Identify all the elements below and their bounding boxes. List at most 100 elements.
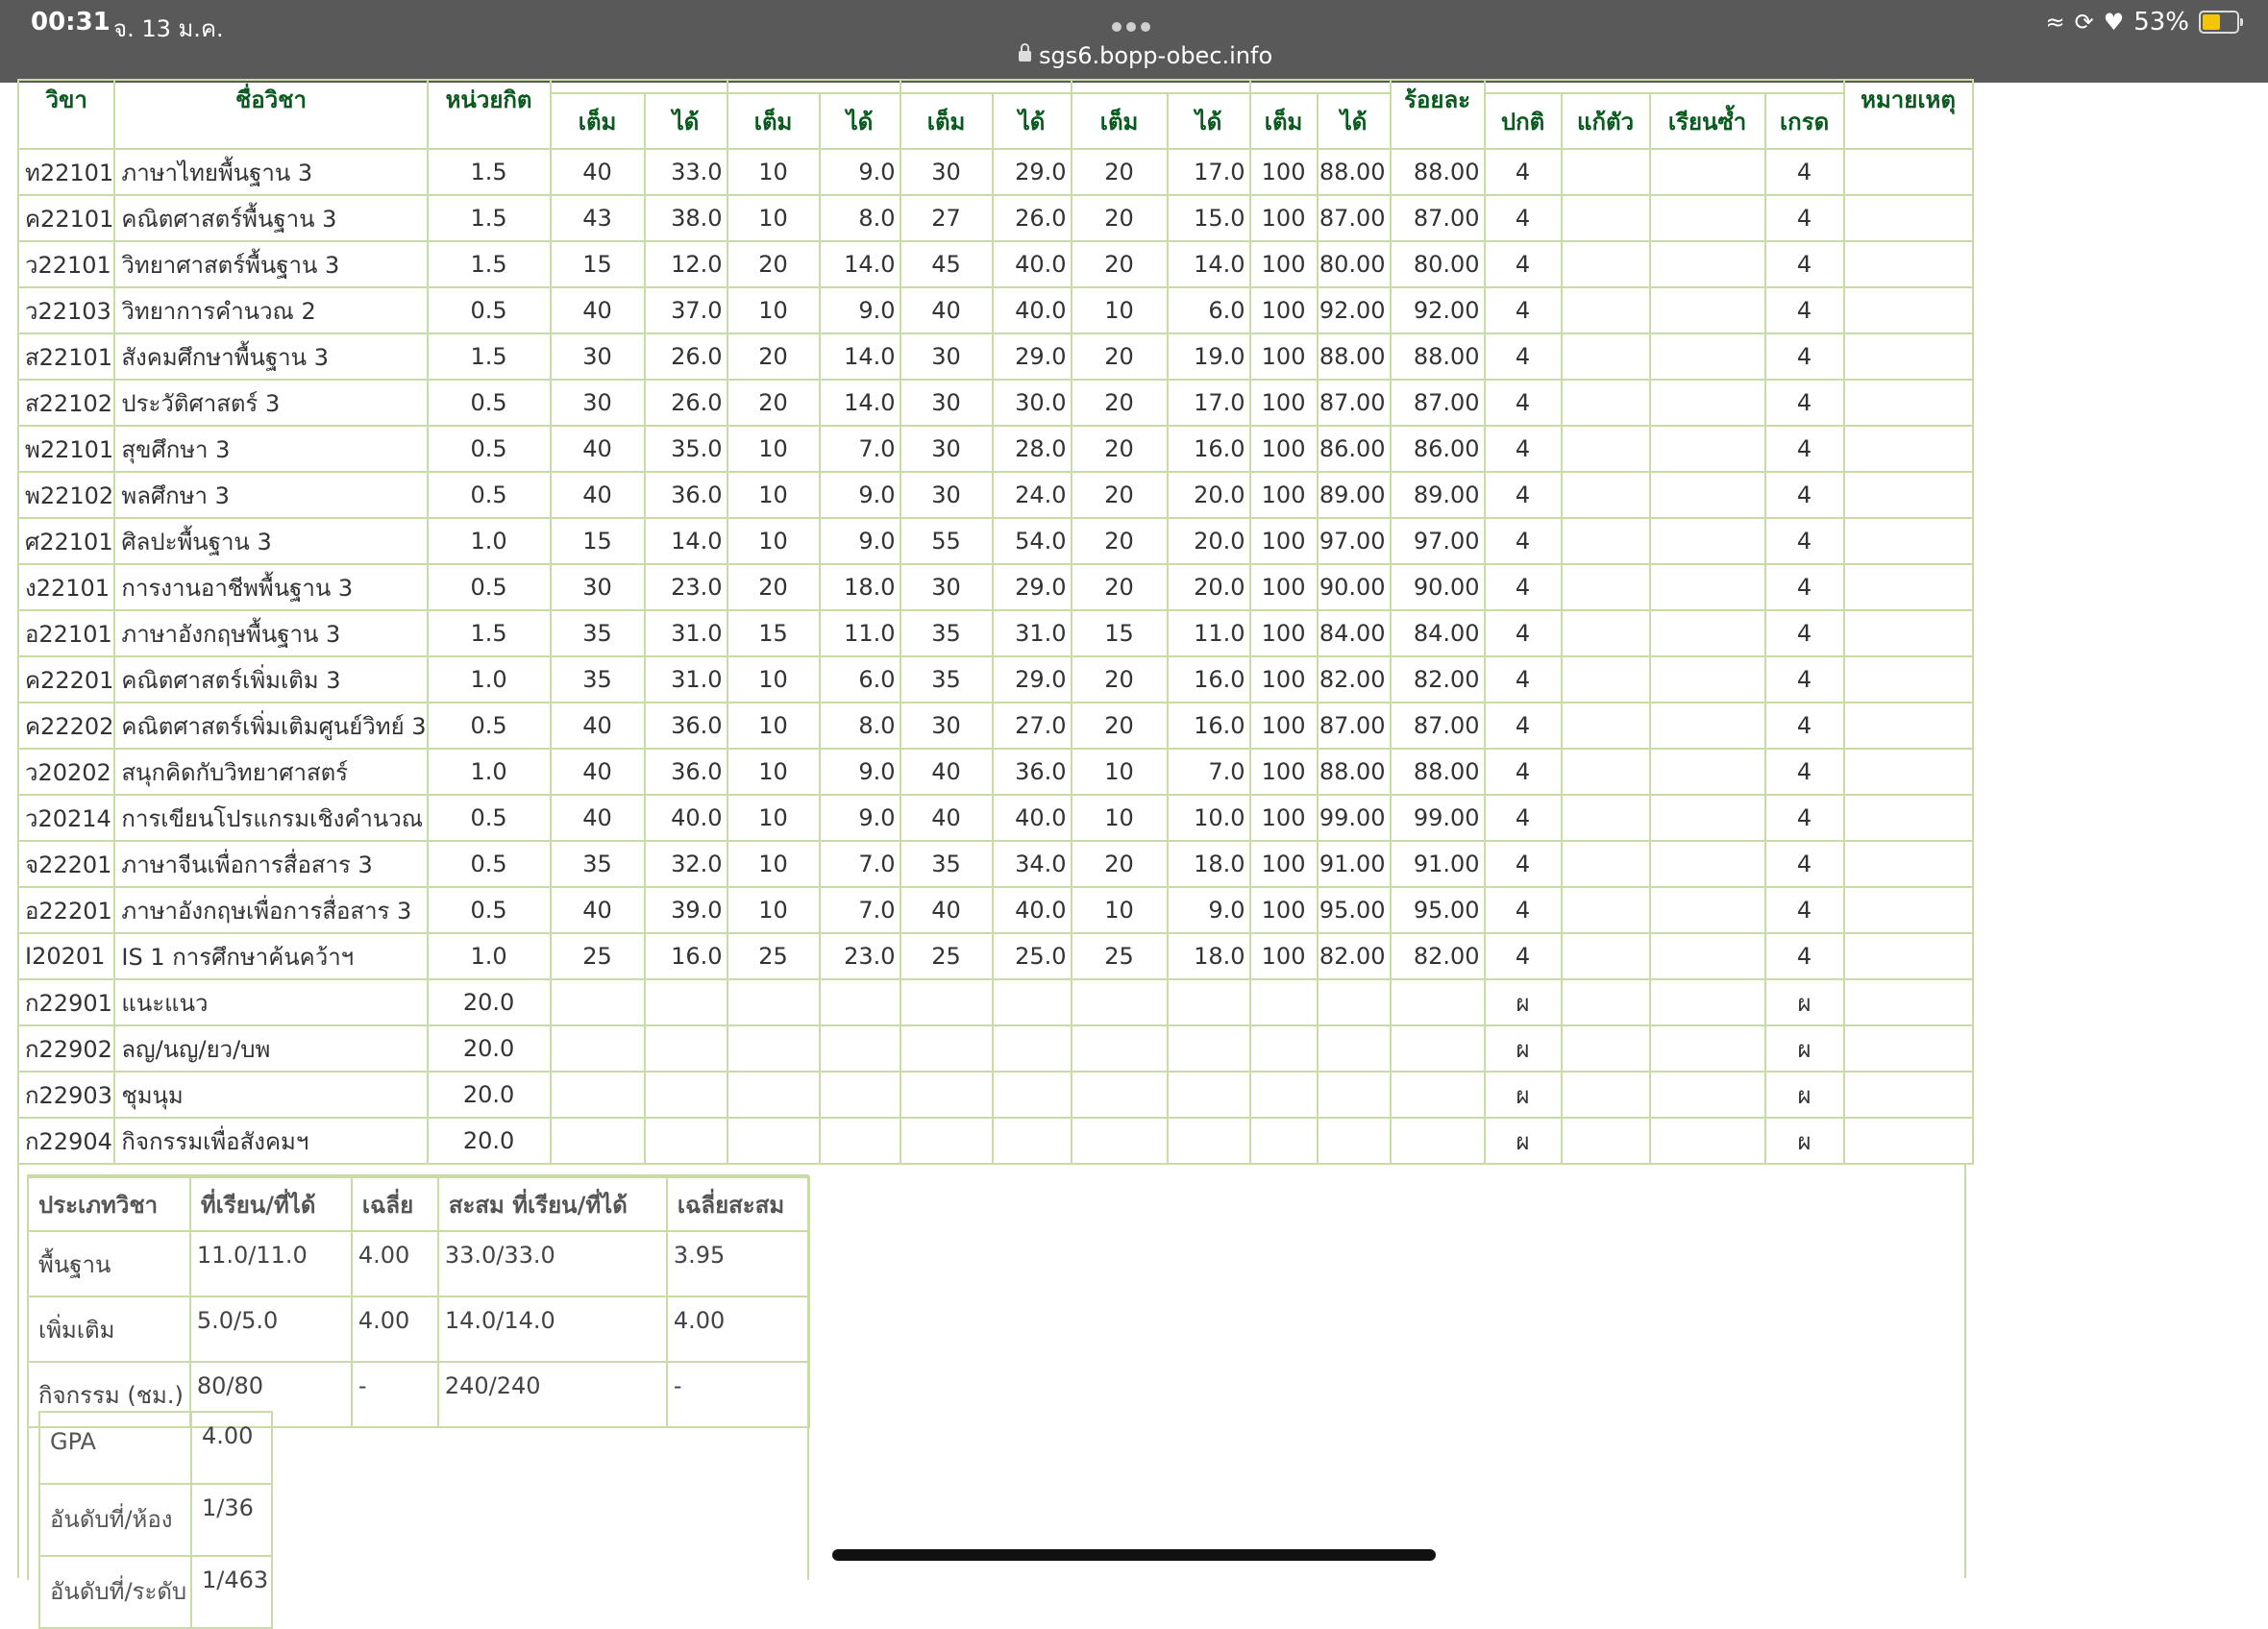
subject-name: การเขียนโปรแกรมเชิงคำนวณ — [113, 794, 429, 842]
header-name: ชื่อวิชา — [113, 79, 429, 150]
score-full — [1248, 1071, 1319, 1119]
score-full: 20 — [1070, 333, 1169, 381]
score-got: 20.0 — [1166, 517, 1251, 565]
summary-avg: 4.00 — [350, 1296, 439, 1363]
score-full: 20 — [1070, 240, 1169, 288]
score-got: 54.0 — [991, 517, 1072, 565]
score-got: 87.00 — [1316, 379, 1392, 427]
subject-code: ว20214 — [16, 794, 116, 842]
score-full: 100 — [1248, 609, 1319, 657]
score-full — [1248, 1024, 1319, 1073]
score-got: 19.0 — [1166, 333, 1251, 381]
battery-icon — [2199, 11, 2243, 34]
grade-fix — [1560, 702, 1651, 750]
subject-name: ประวัติศาสตร์ 3 — [113, 379, 429, 427]
score-full: 25 — [1070, 932, 1169, 980]
score-got: 87.00 — [1316, 702, 1392, 750]
status-time: 00:31 — [31, 8, 111, 37]
lock-icon — [1019, 43, 1031, 62]
score-full — [1070, 1071, 1169, 1119]
table-row: ว20202 สนุกคิดกับวิทยาศาสตร์ 1.0 40 36.0 10 9.… — [16, 748, 1974, 796]
score-full — [1248, 1117, 1319, 1165]
score-full: 35 — [549, 840, 646, 888]
subject-credit: 1.5 — [426, 194, 552, 242]
remark-cell — [1842, 748, 1974, 796]
grade-repeat — [1648, 794, 1766, 842]
remark-cell — [1842, 840, 1974, 888]
subject-code: ส22101 — [16, 333, 116, 381]
table-row: ว22103 วิทยาการคำนวณ 2 0.5 40 37.0 10 9.0 40 40.… — [16, 286, 1974, 334]
grade-final: ผ — [1763, 978, 1845, 1026]
score-full: 100 — [1248, 840, 1319, 888]
subject-code: I20201 — [16, 932, 116, 980]
summary-header-type: ประเภทวิชา — [27, 1176, 191, 1232]
subject-name: ศิลปะพื้นฐาน 3 — [113, 517, 429, 565]
score-got — [991, 1071, 1072, 1119]
grade-fix — [1560, 333, 1651, 381]
score-got: 9.0 — [818, 471, 901, 519]
score-full — [1070, 1117, 1169, 1165]
home-indicator[interactable] — [832, 1549, 1436, 1561]
score-full: 20 — [1070, 471, 1169, 519]
grade-normal: 4 — [1483, 609, 1563, 657]
subject-name: ภาษาจีนเพื่อการสื่อสาร 3 — [113, 840, 429, 888]
score-got: 88.00 — [1316, 748, 1392, 796]
header-group-2 — [726, 78, 901, 95]
table-row: ท22101 ภาษาไทยพื้นฐาน 3 1.5 40 33.0 10 9.0 30 29… — [16, 148, 1974, 196]
score-full: 20 — [726, 379, 821, 427]
score-full: 20 — [1070, 702, 1169, 750]
score-percent: 95.00 — [1389, 886, 1486, 934]
score-full: 15 — [549, 240, 646, 288]
grade-normal: 4 — [1483, 425, 1563, 473]
summary-cum-studied: 240/240 — [436, 1361, 668, 1428]
score-got: 36.0 — [643, 471, 728, 519]
table-row: ว20214 การเขียนโปรแกรมเชิงคำนวณ 0.5 40 40.0 1… — [16, 794, 1974, 842]
score-full: 40 — [549, 886, 646, 934]
score-got: 40.0 — [991, 286, 1072, 334]
score-got: 14.0 — [643, 517, 728, 565]
header-fix: แก้ตัว — [1560, 92, 1651, 150]
score-percent: 82.00 — [1389, 655, 1486, 703]
score-got — [991, 978, 1072, 1026]
table-row: ค22101 คณิตศาสตร์พื้นฐาน 3 1.5 43 38.0 10 8.0 2… — [16, 194, 1974, 242]
score-percent: 86.00 — [1389, 425, 1486, 473]
score-got: 18.0 — [818, 563, 901, 611]
score-got: 95.00 — [1316, 886, 1392, 934]
grade-final: 4 — [1763, 379, 1845, 427]
address-bar[interactable]: sgs6.bopp-obec.info — [1019, 42, 1272, 69]
table-row: อ22101 ภาษาอังกฤษพื้นฐาน 3 1.5 35 31.0 15 11.0… — [16, 609, 1974, 657]
score-full: 20 — [726, 333, 821, 381]
table-row: ค22201 คณิตศาสตร์เพิ่มเติม 3 1.0 35 31.0 10 6.… — [16, 655, 1974, 703]
grade-repeat — [1648, 240, 1766, 288]
score-got: 90.00 — [1316, 563, 1392, 611]
score-full — [726, 978, 821, 1026]
score-got: 88.00 — [1316, 148, 1392, 196]
score-got: 6.0 — [818, 655, 901, 703]
score-full: 40 — [899, 794, 994, 842]
remark-cell — [1842, 517, 1974, 565]
score-full: 10 — [726, 702, 821, 750]
grade-fix — [1560, 471, 1651, 519]
score-full: 100 — [1248, 471, 1319, 519]
score-got — [643, 978, 728, 1026]
table-row: ก22903 ชุมนุม 20.0 ผ ผ — [16, 1071, 1974, 1119]
score-full — [1070, 1024, 1169, 1073]
score-full: 100 — [1248, 333, 1319, 381]
score-percent: 82.00 — [1389, 932, 1486, 980]
score-full — [899, 978, 994, 1026]
table-row: จ22201 ภาษาจีนเพื่อการสื่อสาร 3 0.5 35 32.0 1… — [16, 840, 1974, 888]
header-got: ได้ — [1166, 92, 1251, 150]
header-full: เต็ม — [1070, 92, 1169, 150]
gpa-row: อันดับที่/ห้อง 1/36 — [38, 1483, 273, 1557]
table-row: I20201 IS 1 การศึกษาค้นคว้าฯ 1.0 25 16.0 25 23… — [16, 932, 1974, 980]
score-full — [549, 1024, 646, 1073]
score-full: 100 — [1248, 563, 1319, 611]
score-got: 29.0 — [991, 655, 1072, 703]
subject-name: คณิตศาสตร์เพิ่มเติมศูนย์วิทย์ 3 — [113, 702, 429, 750]
score-full: 25 — [549, 932, 646, 980]
score-percent: 97.00 — [1389, 517, 1486, 565]
more-dots-icon[interactable] — [1112, 17, 1156, 32]
score-full: 40 — [549, 748, 646, 796]
score-full: 100 — [1248, 148, 1319, 196]
header-full: เต็ม — [1248, 92, 1319, 150]
